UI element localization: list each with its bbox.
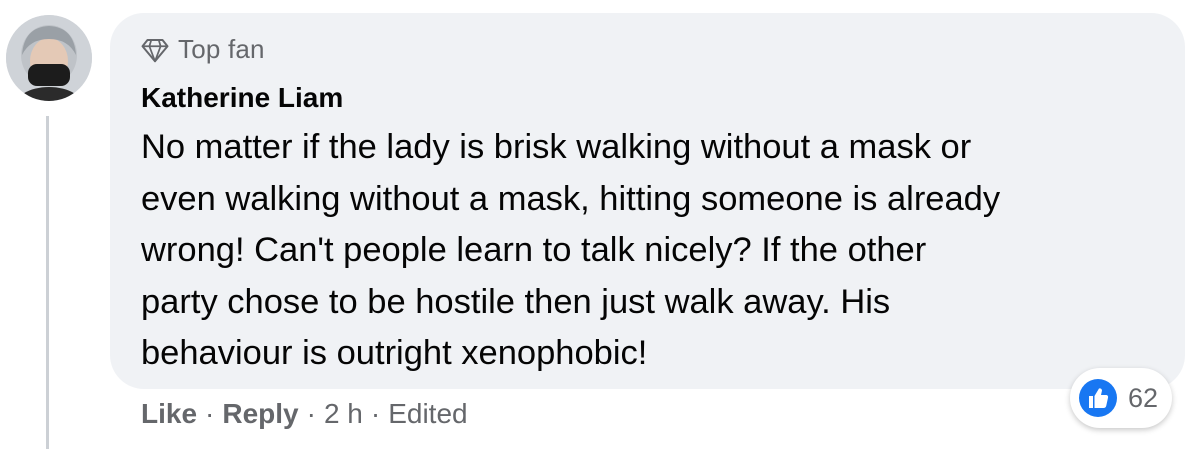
diamond-icon [141,38,169,62]
separator: · [370,398,381,429]
reply-button[interactable]: Reply [222,398,298,430]
like-button[interactable]: Like [141,398,197,430]
separator: · [306,398,316,429]
reaction-count: 62 [1128,382,1159,413]
thread-line [46,116,49,449]
timestamp[interactable]: 2 h [324,398,363,430]
comment-text: No matter if the lady is brisk walking w… [141,128,1001,372]
comment-actions: Like · Reply · 2 h · Edited [141,398,468,430]
comment-thread: Top fan Katherine Liam No matter if the … [0,0,1200,449]
top-fan-badge: Top fan [140,34,265,65]
avatar-image [6,15,92,101]
separator: · [205,398,215,429]
like-icon [1079,379,1117,417]
reaction-summary[interactable]: 62 [1070,368,1173,428]
author-name[interactable]: Katherine Liam [141,82,343,114]
badge-label: Top fan [178,34,265,64]
avatar[interactable] [6,15,92,101]
edited-label[interactable]: Edited [388,398,467,430]
